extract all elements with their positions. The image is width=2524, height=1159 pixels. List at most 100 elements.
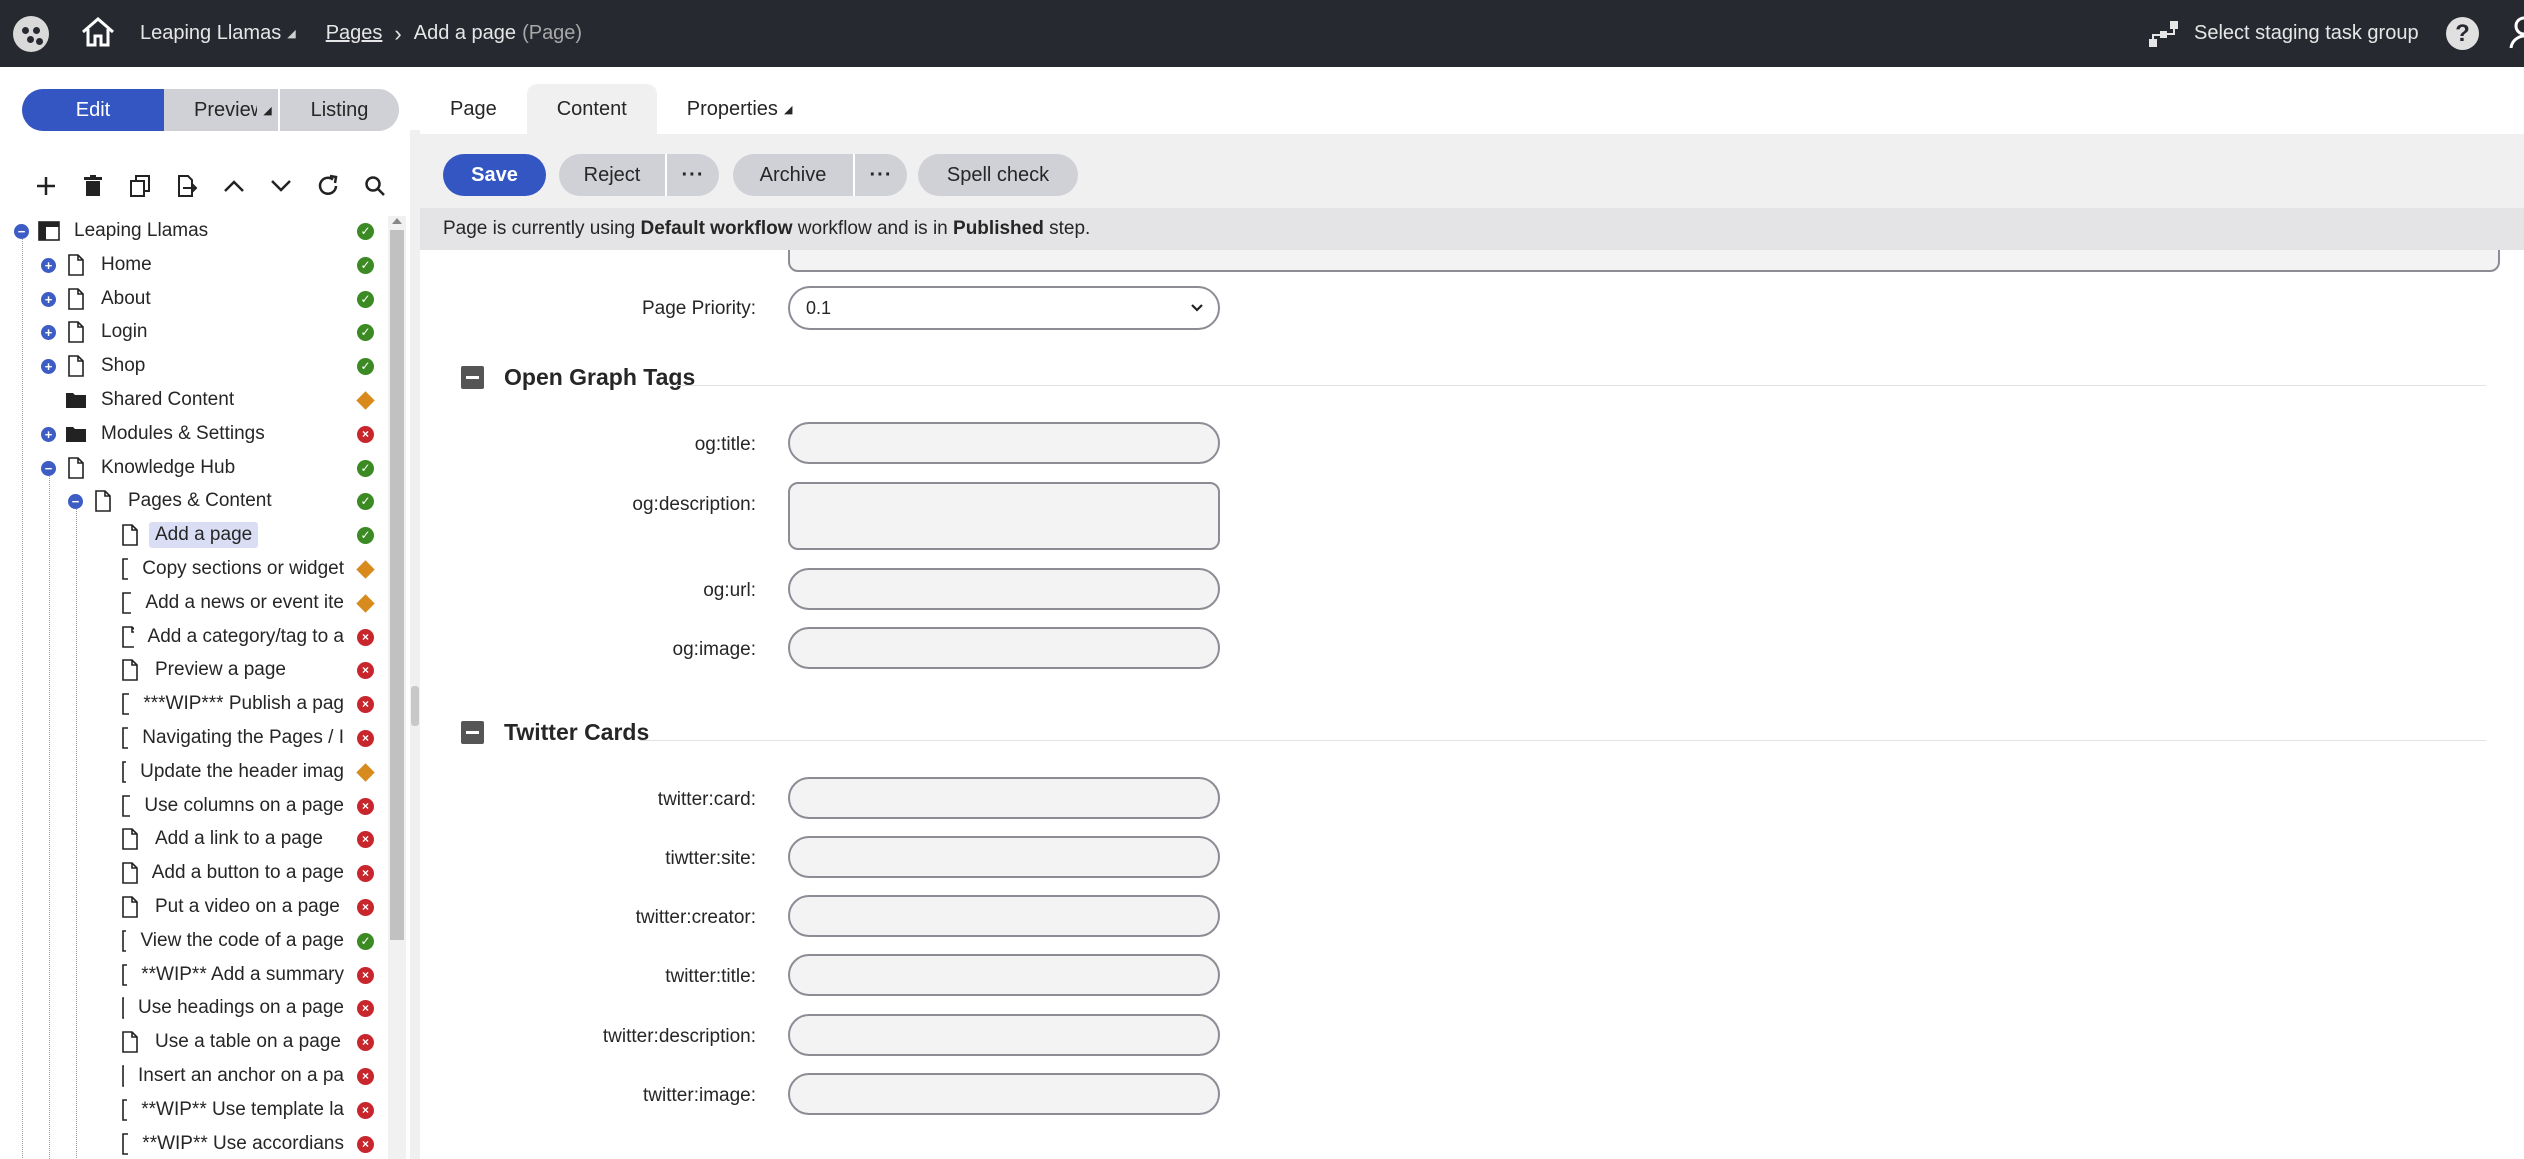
tree-scrollbar[interactable] bbox=[388, 216, 406, 1159]
page-priority-select[interactable]: 0.1 bbox=[788, 286, 1220, 330]
reject-label: Reject bbox=[583, 163, 641, 186]
expand-icon[interactable]: + bbox=[41, 325, 56, 341]
tree-node[interactable]: Update the header imag bbox=[119, 757, 350, 787]
twitter-card-input[interactable] bbox=[788, 777, 1220, 819]
tree-node[interactable]: Add a category/tag to a bbox=[119, 622, 350, 652]
twitter-description-input[interactable] bbox=[788, 1014, 1220, 1056]
tree-node[interactable]: Add a link to a page bbox=[119, 824, 329, 854]
reject-more-icon[interactable]: ··· bbox=[665, 154, 719, 196]
home-icon[interactable] bbox=[80, 15, 116, 54]
collapse-icon[interactable]: − bbox=[14, 224, 29, 239]
copy-icon[interactable] bbox=[116, 168, 163, 204]
tree-node[interactable]: Pages & Content bbox=[92, 486, 278, 516]
tree-node-label: Use headings on a page bbox=[138, 997, 344, 1019]
og-image-input[interactable] bbox=[788, 627, 1220, 669]
move-icon[interactable] bbox=[163, 168, 210, 204]
save-button[interactable]: Save bbox=[443, 154, 546, 196]
tree-node[interactable]: Add a button to a page bbox=[119, 858, 350, 888]
twitter-creator-label: twitter:creator: bbox=[635, 907, 756, 928]
preview-dropdown-icon[interactable]: ◢ bbox=[257, 89, 280, 131]
tree-node[interactable]: Put a video on a page bbox=[119, 892, 346, 922]
tree-node[interactable]: Login bbox=[65, 317, 154, 347]
tree-node[interactable]: View the code of a page bbox=[119, 926, 350, 956]
user-icon[interactable] bbox=[2508, 14, 2524, 57]
app-logo-icon[interactable] bbox=[13, 16, 49, 52]
move-up-icon[interactable] bbox=[210, 168, 257, 204]
tree-node[interactable]: Leaping Llamas bbox=[38, 216, 214, 246]
tree-node[interactable]: Use a table on a page bbox=[119, 1027, 347, 1057]
tree-node[interactable]: Insert an anchor on a pa bbox=[119, 1061, 350, 1091]
archive-button[interactable]: Archive ··· bbox=[733, 154, 907, 196]
tree-node[interactable]: Home bbox=[65, 250, 158, 280]
tree-node[interactable]: Add a news or event ite bbox=[119, 588, 350, 618]
site-name[interactable]: Leaping Llamas bbox=[140, 22, 281, 45]
search-icon[interactable] bbox=[351, 168, 398, 204]
twitter-section-header[interactable]: Twitter Cards bbox=[461, 719, 649, 746]
tree-node[interactable]: **WIP** Use template la bbox=[119, 1095, 350, 1125]
expand-icon[interactable]: + bbox=[41, 359, 56, 375]
tree-node[interactable]: Use headings on a page bbox=[119, 993, 350, 1023]
collapse-icon[interactable]: − bbox=[41, 460, 56, 476]
og-url-input[interactable] bbox=[788, 568, 1220, 610]
breadcrumb-pages-link[interactable]: Pages bbox=[326, 22, 383, 45]
tree-node[interactable]: Navigating the Pages / I bbox=[119, 723, 350, 753]
tree-node-label: Navigating the Pages / I bbox=[142, 727, 344, 748]
twitter-creator-input[interactable] bbox=[788, 895, 1220, 937]
delete-icon[interactable] bbox=[69, 168, 116, 204]
tab-page[interactable]: Page bbox=[420, 84, 527, 134]
og-description-input[interactable] bbox=[788, 482, 1220, 550]
tree-node-label: Add a category/tag to a bbox=[147, 625, 344, 647]
move-down-icon[interactable] bbox=[257, 168, 304, 204]
tree-node[interactable]: Use columns on a page bbox=[119, 791, 350, 821]
tree-node[interactable]: ***WIP*** Publish a pag bbox=[119, 689, 350, 719]
refresh-icon[interactable] bbox=[304, 168, 351, 204]
expand-icon[interactable]: + bbox=[41, 426, 56, 442]
tree-node-label: Modules & Settings bbox=[101, 422, 265, 444]
og-section-header[interactable]: Open Graph Tags bbox=[461, 364, 695, 391]
collapse-icon[interactable]: − bbox=[68, 494, 83, 510]
page-icon bbox=[122, 794, 131, 817]
collapse-icon[interactable] bbox=[461, 721, 484, 744]
expand-icon[interactable]: + bbox=[41, 257, 56, 273]
tree-node[interactable]: Shop bbox=[65, 351, 151, 381]
staging-task-group-selector[interactable]: Select staging task group bbox=[2148, 0, 2419, 67]
tree-node-label: Insert an anchor on a pa bbox=[138, 1065, 344, 1086]
tree-node[interactable]: **WIP** Add a summary bbox=[119, 960, 350, 990]
pane-splitter[interactable] bbox=[410, 130, 420, 1159]
expand-icon[interactable]: + bbox=[41, 291, 56, 307]
breadcrumb-separator-icon: › bbox=[394, 20, 402, 46]
twitter-site-input[interactable] bbox=[788, 836, 1220, 878]
tree-node[interactable]: Modules & Settings bbox=[65, 419, 271, 449]
reject-button[interactable]: Reject ··· bbox=[559, 154, 719, 196]
tab-content[interactable]: Content bbox=[526, 84, 657, 134]
add-icon[interactable] bbox=[22, 168, 69, 204]
tab-properties[interactable]: Properties ◢ bbox=[657, 84, 823, 134]
notice-middle: workflow and is in bbox=[792, 218, 954, 239]
page-priority-label: Page Priority: bbox=[641, 298, 756, 319]
twitter-image-input[interactable] bbox=[788, 1073, 1220, 1115]
collapse-icon[interactable] bbox=[461, 366, 484, 389]
og-title-input[interactable] bbox=[788, 422, 1220, 464]
tree-node[interactable]: About bbox=[65, 284, 157, 314]
help-icon[interactable]: ? bbox=[2446, 17, 2479, 50]
description-textarea[interactable] bbox=[788, 250, 2500, 272]
listing-mode-button[interactable]: Listing bbox=[280, 89, 399, 131]
tree-node[interactable]: Add a page bbox=[119, 520, 259, 550]
tree-node[interactable]: **WIP** Use accordians bbox=[119, 1129, 350, 1159]
status-pending-icon bbox=[356, 391, 375, 410]
tree-node[interactable]: Copy sections or widget bbox=[119, 554, 350, 584]
tree-guide-line bbox=[76, 502, 77, 1159]
splitter-grip-icon[interactable] bbox=[411, 686, 419, 726]
site-dropdown-icon[interactable]: ◢ bbox=[287, 27, 295, 40]
edit-mode-button[interactable]: Edit bbox=[22, 89, 164, 131]
tree-node[interactable]: Preview a page bbox=[119, 655, 292, 685]
spell-check-button[interactable]: Spell check bbox=[918, 154, 1078, 196]
tree-node[interactable]: Shared Content bbox=[65, 385, 240, 415]
tree-node[interactable]: Knowledge Hub bbox=[65, 453, 241, 483]
tree-scrollbar-thumb[interactable] bbox=[390, 230, 404, 940]
scroll-up-icon[interactable] bbox=[392, 218, 402, 224]
tree-node-label: View the code of a page bbox=[140, 929, 344, 951]
archive-more-icon[interactable]: ··· bbox=[853, 154, 907, 196]
twitter-title-input[interactable] bbox=[788, 954, 1220, 996]
preview-mode-button[interactable]: Preview bbox=[164, 89, 265, 131]
